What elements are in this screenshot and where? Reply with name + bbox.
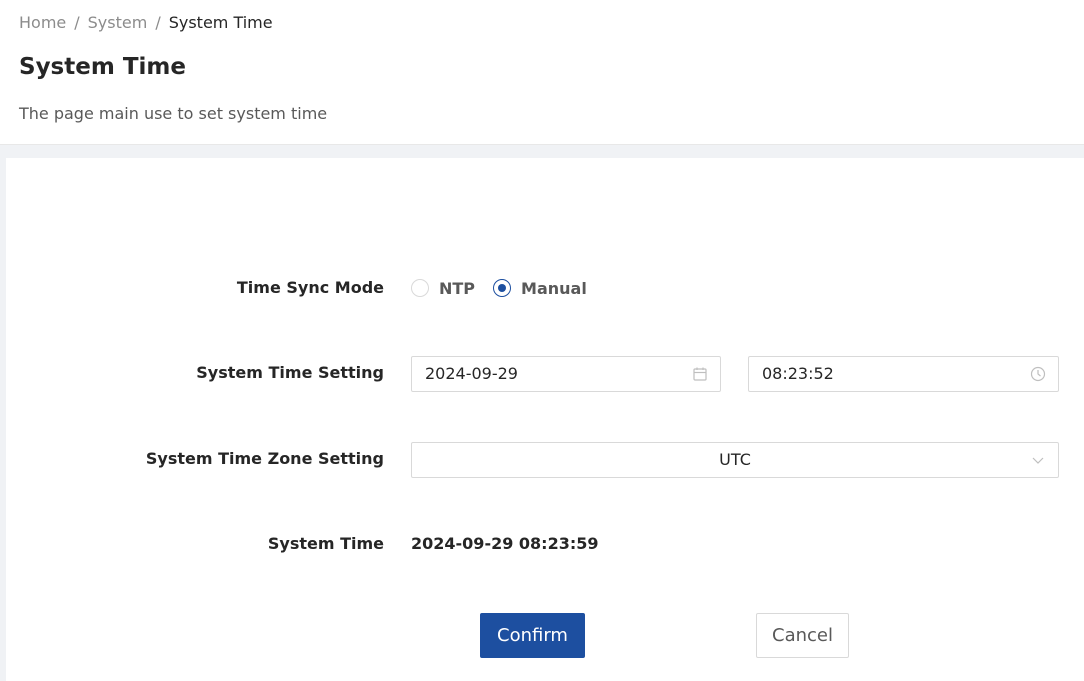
page-title: System Time <box>19 54 186 80</box>
time-setting-label: System Time Setting <box>196 363 384 382</box>
sync-mode-radio-group: NTP Manual <box>411 278 605 298</box>
radio-ntp[interactable]: NTP <box>411 279 475 298</box>
breadcrumb: Home / System / System Time <box>19 13 273 33</box>
time-value: 08:23:52 <box>762 364 834 383</box>
radio-manual-circle[interactable] <box>493 279 512 297</box>
radio-manual[interactable]: Manual <box>493 279 587 298</box>
time-picker[interactable]: 08:23:52 <box>748 356 1059 392</box>
clock-icon[interactable] <box>1030 366 1046 382</box>
breadcrumb-current: System Time <box>168 13 273 32</box>
system-time-value: 2024-09-29 08:23:59 <box>411 534 599 553</box>
timezone-select[interactable]: UTC <box>411 442 1059 478</box>
system-time-label: System Time <box>267 534 384 553</box>
breadcrumb-separator: / <box>155 13 161 32</box>
breadcrumb-separator: / <box>74 13 80 32</box>
timezone-value: UTC <box>719 450 751 469</box>
breadcrumb-system[interactable]: System <box>88 13 148 32</box>
radio-manual-label: Manual <box>521 278 587 298</box>
chevron-down-icon[interactable] <box>1030 452 1046 468</box>
calendar-icon[interactable] <box>692 366 708 382</box>
sync-mode-label: Time Sync Mode <box>236 278 384 297</box>
cancel-button[interactable]: Cancel <box>756 613 849 658</box>
date-value: 2024-09-29 <box>425 364 518 383</box>
breadcrumb-home[interactable]: Home <box>19 13 66 32</box>
settings-card: Time Sync Mode NTP Manual System Time Se… <box>6 158 1084 681</box>
page-header: Home / System / System Time System Time The … <box>0 0 1084 145</box>
timezone-label: System Time Zone Setting <box>145 449 384 468</box>
radio-ntp-circle[interactable] <box>411 279 429 297</box>
radio-ntp-label: NTP <box>439 278 476 298</box>
confirm-button[interactable]: Confirm <box>480 613 585 658</box>
date-picker[interactable]: 2024-09-29 <box>411 356 721 392</box>
page-description: The page main use to set system time <box>19 104 328 123</box>
